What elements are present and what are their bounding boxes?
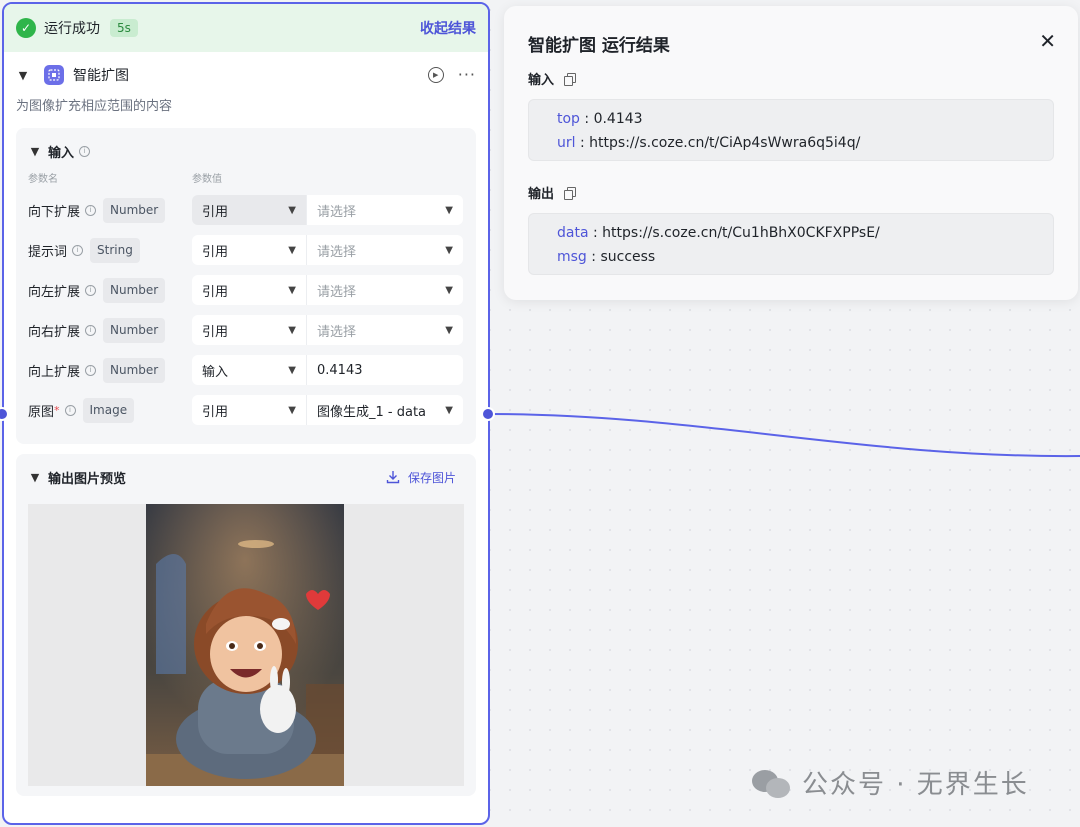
info-icon[interactable]: i <box>85 204 97 216</box>
chevron-down-icon: ▼ <box>288 324 296 336</box>
param-row: 向右扩展 i Number 引用 ▼ 请选择 ▼ <box>28 310 464 350</box>
param-name: 向左扩展 <box>28 284 81 300</box>
param-value: 图像生成_1 - data <box>317 404 427 420</box>
info-icon[interactable]: i <box>72 244 84 256</box>
result-output-label: 输出 <box>528 186 555 202</box>
node-title: 智能扩图 <box>73 68 129 84</box>
expand-image-icon <box>44 65 64 85</box>
param-type-tag: Image <box>82 397 135 423</box>
kv-line: data : https://s.coze.cn/t/Cu1hBhX0CKFXP… <box>557 225 880 241</box>
param-row: 向左扩展 i Number 引用 ▼ 请选择 ▼ <box>28 270 464 310</box>
result-title: 智能扩图 运行结果 <box>528 35 670 56</box>
param-mode-select[interactable]: 引用 ▼ <box>192 275 307 305</box>
node-description: 为图像扩充相应范围的内容 <box>16 99 173 114</box>
watermark-text: 公众号 · 无界生长 <box>802 770 1029 800</box>
param-type-tag: Number <box>103 317 166 343</box>
chevron-down-icon[interactable]: ▼ <box>16 68 30 82</box>
chevron-down-icon[interactable]: ▼ <box>28 470 42 484</box>
chevron-down-icon: ▼ <box>288 364 296 376</box>
param-row: 提示词 i String 引用 ▼ 请选择 ▼ <box>28 230 464 270</box>
param-type-tag: Number <box>103 357 166 383</box>
param-type-tag: Number <box>103 197 166 223</box>
param-value-field[interactable]: 请选择 ▼ <box>307 195 463 225</box>
info-icon[interactable]: i <box>64 404 76 416</box>
kv-line: msg : success <box>557 249 656 265</box>
chevron-down-icon: ▼ <box>445 324 453 336</box>
run-node-icon[interactable]: ▶ <box>427 67 444 83</box>
param-type-tag: String <box>90 237 140 263</box>
input-section-title: 输入 <box>48 145 75 161</box>
param-row: 原图 * i Image 引用 ▼ 图像生成_1 - data ▼ <box>28 390 464 430</box>
param-name: 原图 <box>28 404 55 420</box>
run-status-bar: ✓ 运行成功 5s 收起结果 <box>4 4 488 52</box>
copy-icon[interactable] <box>564 186 577 200</box>
save-image-button[interactable]: 保存图片 <box>386 469 456 486</box>
generated-image[interactable] <box>146 504 344 786</box>
watermark: 公众号 · 无界生长 <box>752 764 1029 801</box>
param-mode-select[interactable]: 引用 ▼ <box>192 195 307 225</box>
result-input-box: top : 0.4143 url : https://s.coze.cn/t/C… <box>528 99 1054 161</box>
info-icon[interactable]: i <box>85 284 97 296</box>
info-icon[interactable]: i <box>85 364 97 376</box>
run-result-panel: 智能扩图 运行结果 ✕ 输入 top : 0.4143 url : https:… <box>504 6 1078 300</box>
copy-icon[interactable] <box>564 72 577 86</box>
image-preview-area <box>28 504 464 786</box>
chevron-down-icon: ▼ <box>445 244 453 256</box>
param-value-field[interactable]: 0.4143 <box>307 355 463 385</box>
param-mode-select[interactable]: 输入 ▼ <box>192 355 307 385</box>
kv-line: url : https://s.coze.cn/t/CiAp4sWwra6q5i… <box>557 135 861 151</box>
download-icon <box>386 471 400 484</box>
chevron-down-icon: ▼ <box>288 404 296 416</box>
param-mode-select[interactable]: 引用 ▼ <box>192 235 307 265</box>
node-header: ▼ 智能扩图 ▶ ··· <box>4 52 488 98</box>
param-placeholder: 请选择 <box>317 324 357 340</box>
wechat-icon <box>752 766 792 800</box>
info-icon[interactable]: i <box>85 324 97 336</box>
column-header-value: 参数值 <box>192 173 222 185</box>
check-circle-icon: ✓ <box>16 18 36 38</box>
param-row: 向上扩展 i Number 输入 ▼ 0.4143 <box>28 350 464 390</box>
param-placeholder: 请选择 <box>317 244 357 260</box>
save-image-label: 保存图片 <box>407 470 456 485</box>
param-mode-select[interactable]: 引用 ▼ <box>192 395 307 425</box>
close-icon[interactable]: ✕ <box>1039 31 1056 51</box>
output-port[interactable] <box>481 407 495 421</box>
param-placeholder: 请选择 <box>317 204 357 220</box>
kv-line: top : 0.4143 <box>557 111 643 127</box>
info-icon[interactable]: i <box>79 145 91 157</box>
required-mark: * <box>54 403 60 417</box>
param-type-tag: Number <box>103 277 166 303</box>
chevron-down-icon: ▼ <box>445 404 453 416</box>
param-mode-select[interactable]: 引用 ▼ <box>192 315 307 345</box>
chevron-down-icon: ▼ <box>445 204 453 216</box>
collapse-result-button[interactable]: 收起结果 <box>420 18 476 38</box>
param-name: 提示词 <box>28 244 68 260</box>
run-status-text: 运行成功 <box>44 21 100 37</box>
preview-title: 输出图片预览 <box>48 471 127 487</box>
param-value: 0.4143 <box>317 362 363 378</box>
param-value-field[interactable]: 请选择 ▼ <box>307 235 463 265</box>
result-output-box: data : https://s.coze.cn/t/Cu1hBhX0CKFXP… <box>528 213 1054 275</box>
param-value-field[interactable]: 图像生成_1 - data ▼ <box>307 395 463 425</box>
param-value-field[interactable]: 请选择 ▼ <box>307 315 463 345</box>
param-row: 向下扩展 i Number 引用 ▼ 请选择 ▼ <box>28 190 464 230</box>
param-name: 向右扩展 <box>28 324 81 340</box>
output-preview-panel: ▼ 输出图片预览 保存图片 <box>16 454 476 796</box>
duration-badge: 5s <box>110 19 138 37</box>
param-value-field[interactable]: 请选择 ▼ <box>307 275 463 305</box>
more-options-icon[interactable]: ··· <box>458 67 476 83</box>
chevron-down-icon: ▼ <box>288 244 296 256</box>
chevron-down-icon[interactable]: ▼ <box>28 144 42 158</box>
result-input-label: 输入 <box>528 72 555 88</box>
param-name: 向下扩展 <box>28 204 81 220</box>
column-header-name: 参数名 <box>28 173 58 185</box>
input-params-panel: ▼ 输入 i 参数名 参数值 向下扩展 i Number 引用 ▼ 请选择 ▼ 提示词 i Str… <box>16 128 476 444</box>
chevron-down-icon: ▼ <box>445 284 453 296</box>
param-placeholder: 请选择 <box>317 284 357 300</box>
image-expand-node[interactable]: ✓ 运行成功 5s 收起结果 ▼ 智能扩图 ▶ ··· 为图像扩充相应范围的内容… <box>2 2 490 825</box>
chevron-down-icon: ▼ <box>288 204 296 216</box>
param-name: 向上扩展 <box>28 364 81 380</box>
chevron-down-icon: ▼ <box>288 284 296 296</box>
